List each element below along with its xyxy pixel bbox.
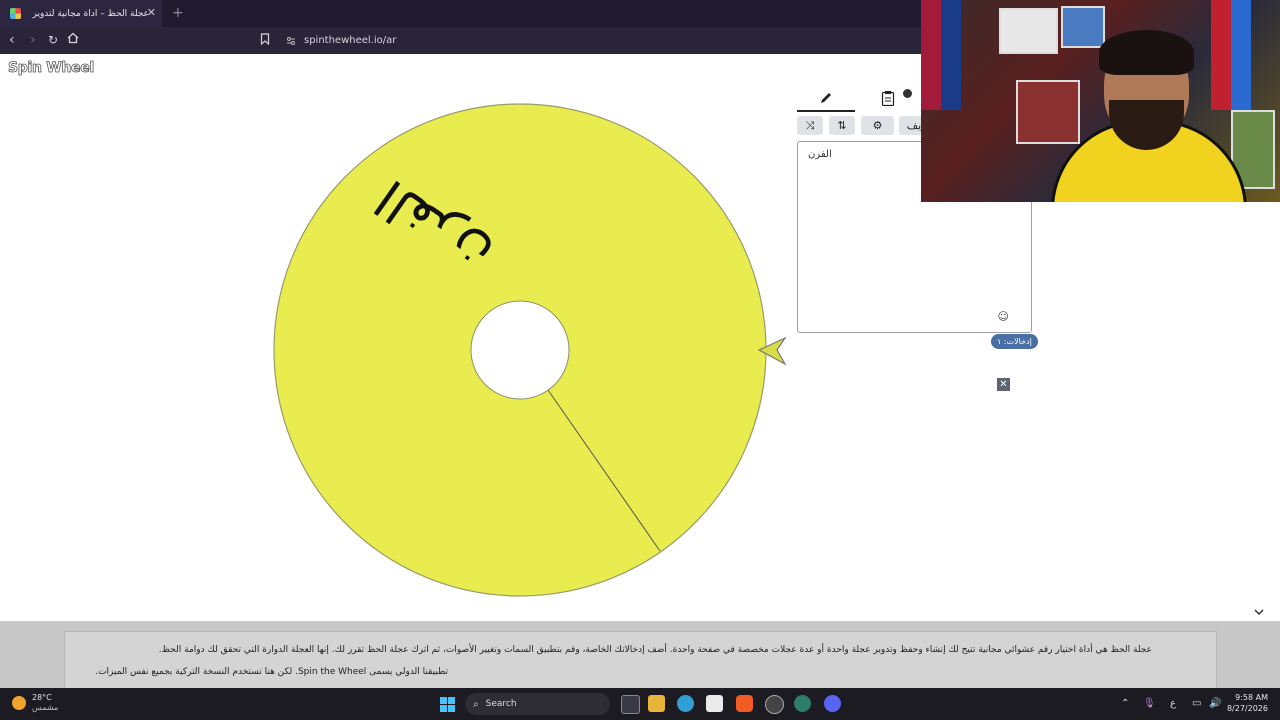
forward-arrow-icon[interactable]: ›	[30, 32, 36, 48]
wheel-pointer-icon	[757, 336, 788, 370]
info-paragraph-2: تطبيقنا الدولي يسمى Spin the Wheel. لكن …	[95, 667, 448, 677]
results-badge-icon	[902, 88, 913, 99]
weather-desc: مشمس	[32, 703, 59, 712]
clock-date: 8/27/2026	[1226, 704, 1268, 713]
settings-button[interactable]: ⚙	[861, 116, 894, 135]
tab-close-icon[interactable]: ✕	[147, 6, 156, 19]
new-tab-button[interactable]: +	[172, 5, 184, 21]
sort-button[interactable]: ⇅	[829, 116, 855, 135]
tab-entries[interactable]	[797, 86, 855, 112]
file-explorer-icon[interactable]	[648, 695, 665, 712]
bookmark-icon[interactable]	[260, 33, 270, 48]
entries-panel-tabs	[797, 86, 921, 112]
emoji-icon[interactable]: ☺	[998, 310, 1009, 323]
pencil-icon	[821, 93, 831, 103]
browser-tab[interactable]: عجلة الحظ – أداة مجانية لتدوير الـ ✕	[0, 0, 162, 27]
entries-count-badge: إدخالات: ١	[991, 334, 1038, 349]
reload-icon[interactable]: ↻	[48, 32, 58, 48]
site-favicon-icon	[10, 8, 21, 19]
obs-icon[interactable]	[765, 695, 784, 714]
task-view-icon[interactable]	[621, 695, 640, 714]
brave-browser-icon[interactable]	[736, 695, 753, 712]
entry-line: الفرن	[808, 149, 832, 160]
gear-icon: ⚙	[872, 119, 883, 132]
search-label: Search	[485, 699, 517, 709]
sort-icon: ⇅	[837, 119, 847, 132]
search-icon: ⌕	[473, 698, 479, 710]
spin-wheel[interactable]: الفرن	[270, 100, 770, 600]
language-indicator[interactable]: ع	[1170, 698, 1176, 709]
info-paragraph-1: عجلة الحظ هي أداة اختيار رقم عشوائي مجان…	[158, 645, 1152, 655]
shuffle-button[interactable]: ⤨	[797, 116, 823, 135]
url-field[interactable]: spinthewheel.io/ar	[286, 35, 396, 46]
weather-widget[interactable]: 28°C مشمس	[12, 693, 58, 713]
sun-icon	[12, 696, 26, 710]
site-logo[interactable]: Spin Wheel	[8, 60, 95, 77]
home-icon[interactable]	[67, 32, 79, 48]
tab-results[interactable]	[863, 86, 913, 110]
url-text: spinthewheel.io/ar	[304, 35, 397, 46]
clipboard-icon	[881, 91, 895, 107]
clock-time: 9:58 AM	[1235, 693, 1268, 702]
discord-icon[interactable]	[824, 695, 841, 712]
taskbar-search[interactable]: ⌕ Search	[465, 693, 610, 715]
windows-taskbar: 28°C مشمس ⌕ Search ⌃ 🎙 ع ▭ 🔊 9:58 AM 8/2…	[0, 688, 1280, 720]
windows-start-icon[interactable]	[440, 697, 455, 712]
microphone-icon[interactable]: 🎙	[1143, 698, 1156, 709]
shuffle-icon: ⤨	[805, 119, 815, 132]
back-arrow-icon[interactable]: ‹	[9, 32, 15, 48]
app-icon[interactable]	[794, 695, 811, 712]
site-info-icon[interactable]	[286, 36, 296, 46]
chevron-down-icon[interactable]	[1254, 605, 1264, 619]
edge-browser-icon[interactable]	[677, 695, 694, 712]
info-card	[64, 631, 1217, 689]
webcam-overlay	[921, 0, 1280, 202]
wheel-center-hole	[470, 300, 570, 400]
tab-title: عجلة الحظ – أداة مجانية لتدوير الـ	[29, 8, 149, 19]
weather-temp: 28°C	[32, 693, 52, 702]
network-icon[interactable]: ▭	[1192, 698, 1201, 709]
store-icon[interactable]	[706, 695, 723, 712]
close-button[interactable]: ✕	[997, 378, 1010, 391]
volume-icon[interactable]: 🔊	[1209, 698, 1221, 709]
add-button-label: يف	[906, 119, 922, 132]
tray-expand-icon[interactable]: ⌃	[1121, 698, 1129, 709]
taskbar-clock[interactable]: 9:58 AM 8/27/2026	[1227, 692, 1268, 714]
